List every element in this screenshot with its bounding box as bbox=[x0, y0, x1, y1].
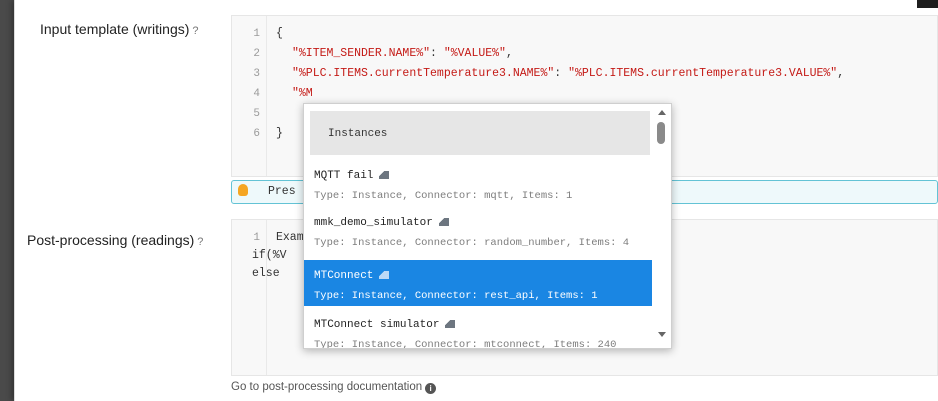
scroll-up-icon[interactable] bbox=[658, 110, 666, 115]
item-name: mmk_demo_simulator bbox=[314, 217, 433, 229]
dropdown-scrollbar[interactable] bbox=[653, 104, 671, 348]
code-line: "%PLC.ITEMS.currentTemperature3.NAME%": … bbox=[292, 67, 845, 80]
line-gutter: 1 bbox=[232, 220, 267, 375]
line-number: 1 bbox=[253, 28, 260, 40]
lightbulb-icon bbox=[238, 184, 248, 196]
input-template-label: Input template (writings)? bbox=[40, 21, 199, 37]
item-name: MQTT fail bbox=[314, 170, 374, 182]
doc-link-text[interactable]: Go to post-processing documentation bbox=[231, 381, 422, 393]
group-header-text: Instances bbox=[328, 128, 388, 140]
line-number: 1 bbox=[253, 232, 260, 244]
input-template-label-text: Input template (writings) bbox=[40, 21, 190, 37]
factory-icon bbox=[379, 271, 390, 279]
scroll-down-icon[interactable] bbox=[658, 332, 666, 337]
code-line: } bbox=[276, 127, 283, 140]
item-name: MTConnect simulator bbox=[314, 319, 440, 331]
item-name: MTConnect bbox=[314, 270, 374, 282]
factory-icon bbox=[438, 218, 449, 226]
code-line: "%ITEM_SENDER.NAME%": "%VALUE%", bbox=[292, 47, 513, 60]
info-icon[interactable]: i bbox=[425, 383, 437, 394]
factory-icon bbox=[445, 320, 456, 328]
item-description: Type: Instance, Connector: rest_api, Ite… bbox=[314, 290, 598, 302]
line-number: 4 bbox=[253, 88, 260, 100]
item-description: Type: Instance, Connector: mtconnect, It… bbox=[314, 339, 617, 349]
code-line: if(%V bbox=[252, 249, 287, 262]
post-processing-doc-link[interactable]: Go to post-processing documentation i bbox=[231, 381, 437, 394]
window-corner bbox=[917, 0, 938, 8]
code-line: { bbox=[276, 27, 283, 40]
item-description: Type: Instance, Connector: mqtt, Items: … bbox=[314, 190, 573, 202]
autocomplete-dropdown[interactable]: Instances MQTT fail Type: Instance, Conn… bbox=[303, 103, 672, 349]
code-line-cursor: "%M bbox=[292, 87, 313, 100]
scrollbar-thumb[interactable] bbox=[657, 122, 665, 144]
line-number: 2 bbox=[253, 48, 260, 60]
factory-icon bbox=[379, 171, 390, 179]
code-line: else bbox=[252, 267, 280, 280]
post-processing-label: Post-processing (readings)? bbox=[27, 232, 203, 248]
line-number: 6 bbox=[253, 128, 260, 140]
autocomplete-item[interactable]: MTConnect simulator Type: Instance, Conn… bbox=[304, 309, 652, 349]
autocomplete-item[interactable]: mmk_demo_simulator Type: Instance, Conne… bbox=[304, 207, 652, 253]
item-description: Type: Instance, Connector: random_number… bbox=[314, 237, 630, 249]
help-icon[interactable]: ? bbox=[192, 25, 198, 37]
line-number: 3 bbox=[253, 68, 260, 80]
post-processing-label-text: Post-processing (readings) bbox=[27, 232, 195, 248]
autocomplete-item-selected[interactable]: MTConnect Type: Instance, Connector: res… bbox=[304, 260, 652, 306]
help-icon[interactable]: ? bbox=[197, 236, 203, 248]
tip-text: Pres bbox=[268, 185, 296, 198]
autocomplete-item[interactable]: MQTT fail Type: Instance, Connector: mqt… bbox=[304, 160, 652, 206]
line-gutter: 1 2 3 4 5 6 bbox=[232, 16, 267, 176]
autocomplete-group-header: Instances bbox=[310, 111, 650, 155]
line-number: 5 bbox=[253, 108, 260, 120]
